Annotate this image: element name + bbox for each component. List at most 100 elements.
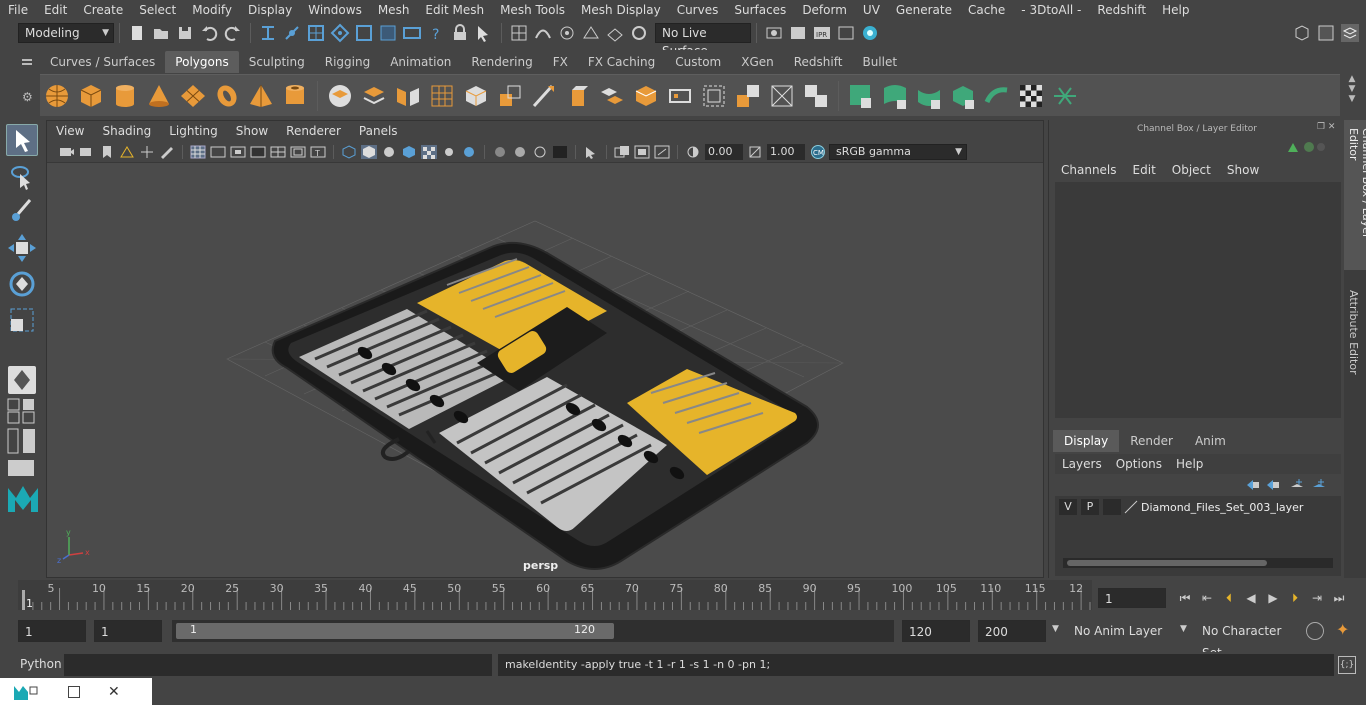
default-material-icon[interactable] (381, 145, 397, 159)
face-mode-icon[interactable] (378, 23, 398, 43)
panel-display-icons[interactable] (1285, 140, 1325, 154)
channel-menu-show[interactable]: Show (1219, 163, 1267, 177)
layer-scrollbar-thumb[interactable] (1067, 560, 1267, 566)
fill-hole-icon[interactable] (700, 82, 728, 110)
menu-mesh[interactable]: Mesh (370, 0, 418, 20)
xray-icon[interactable] (614, 145, 630, 159)
menu-edit-mesh[interactable]: Edit Mesh (417, 0, 492, 20)
anim-end-field[interactable]: 200 (978, 620, 1046, 642)
menu-edit[interactable]: Edit (36, 0, 75, 20)
gamma-field[interactable]: 1.00 (767, 143, 805, 160)
menu-select[interactable]: Select (131, 0, 184, 20)
layer-menu-layers[interactable]: Layers (1055, 457, 1109, 471)
wireframe-on-shaded-icon[interactable] (401, 145, 417, 159)
toggle-panel-icon[interactable] (1316, 23, 1336, 43)
menu-generate[interactable]: Generate (888, 0, 960, 20)
exposure-icon[interactable] (685, 145, 701, 159)
channel-list[interactable] (1055, 182, 1341, 418)
smooth-shade-icon[interactable] (361, 144, 377, 159)
field-chart-icon[interactable] (270, 145, 286, 159)
play-forward-icon[interactable]: ▶ (1262, 591, 1284, 605)
open-scene-icon[interactable] (151, 23, 171, 43)
menu-redshift[interactable]: Redshift (1089, 0, 1154, 20)
automatic-map-icon[interactable] (949, 82, 977, 110)
menu-3dtoall[interactable]: - 3DtoAll - (1013, 0, 1089, 20)
planar-map-icon[interactable] (881, 82, 909, 110)
menu-uv[interactable]: UV (855, 0, 888, 20)
camera-select-icon[interactable] (59, 145, 75, 159)
play-backward-icon[interactable]: ◀ (1240, 591, 1262, 605)
current-frame-value[interactable]: 1 (1098, 588, 1166, 608)
range-slider-bar[interactable] (176, 623, 614, 639)
grease-pencil-icon[interactable] (159, 145, 175, 159)
select-by-component-icon[interactable] (306, 23, 326, 43)
scale-tool-icon[interactable] (6, 304, 38, 336)
close-icon[interactable]: ✕ (108, 684, 120, 700)
extrude-icon[interactable] (564, 82, 592, 110)
layer-menu-options[interactable]: Options (1109, 457, 1169, 471)
undo-icon[interactable] (199, 23, 219, 43)
menu-file[interactable]: File (0, 0, 36, 20)
tab-channel-box[interactable]: Channel Box / Layer Editor (1344, 120, 1366, 270)
lock-selection-icon[interactable] (450, 23, 470, 43)
channel-menu-channels[interactable]: Channels (1053, 163, 1125, 177)
snap-grid-icon[interactable] (509, 23, 529, 43)
viewport-menu-lighting[interactable]: Lighting (160, 121, 227, 141)
workspace-icon[interactable] (1292, 23, 1312, 43)
anim-layer-dropdown[interactable]: No Anim Layer (1068, 620, 1172, 642)
reduce-icon[interactable] (462, 82, 490, 110)
viewport-menu-panels[interactable]: Panels (350, 121, 407, 141)
camera-attr-icon[interactable] (79, 145, 95, 159)
shadows-icon[interactable] (461, 145, 477, 159)
color-management-icon[interactable]: CM (809, 144, 827, 159)
menu-curves[interactable]: Curves (669, 0, 727, 20)
poly-cube-icon[interactable] (77, 82, 105, 110)
poly-cylinder-icon[interactable] (111, 82, 139, 110)
cylindrical-map-icon[interactable] (915, 82, 943, 110)
shelf-tab-fx[interactable]: FX (543, 51, 578, 73)
layout-quad-icon[interactable] (6, 398, 38, 424)
grid-2d-pan-icon[interactable] (139, 145, 155, 159)
shelf-tab-curves-surfaces[interactable]: Curves / Surfaces (40, 51, 165, 73)
layer-color-swatch[interactable] (1123, 499, 1139, 515)
snap-curve-icon[interactable] (533, 23, 553, 43)
xray-joints-icon[interactable] (654, 145, 670, 159)
go-to-end-icon[interactable]: ⏭ (1328, 591, 1350, 606)
range-slider[interactable]: 1 120 (172, 620, 894, 642)
viewport-menu-view[interactable]: View (47, 121, 93, 141)
gamma-icon[interactable] (747, 145, 763, 159)
script-language-label[interactable]: Python (20, 657, 62, 671)
select-by-object-icon[interactable] (282, 23, 302, 43)
menu-windows[interactable]: Windows (300, 0, 370, 20)
shelf-tab-animation[interactable]: Animation (380, 51, 461, 73)
menu-display[interactable]: Display (240, 0, 300, 20)
shelf-tab-sculpting[interactable]: Sculpting (239, 51, 315, 73)
bevel-icon[interactable] (632, 82, 660, 110)
viewport-menu-shading[interactable]: Shading (93, 121, 160, 141)
xray-active-icon[interactable] (634, 145, 650, 159)
layer-visibility-toggle[interactable]: V (1059, 499, 1077, 515)
redo-icon[interactable] (223, 23, 243, 43)
delete-edge-icon[interactable] (802, 82, 830, 110)
select-by-hierarchy-icon[interactable] (258, 23, 278, 43)
current-frame-field[interactable]: 1 (1098, 588, 1166, 608)
layout-split-icon[interactable] (6, 428, 38, 454)
exposure-field[interactable]: 0.00 (705, 143, 743, 160)
poly-torus-icon[interactable] (213, 82, 241, 110)
script-editor-icon[interactable]: {;} (1338, 656, 1356, 674)
ipr-render-icon[interactable]: IPR (812, 23, 832, 43)
snap-point-icon[interactable] (557, 23, 577, 43)
combine-icon[interactable] (326, 82, 354, 110)
motion-blur-icon[interactable] (512, 145, 528, 159)
step-forward-frame-icon[interactable]: ⏵ (1284, 591, 1306, 606)
shelf-tab-redshift[interactable]: Redshift (784, 51, 853, 73)
move-tool-icon[interactable] (6, 232, 38, 264)
menu-mesh-display[interactable]: Mesh Display (573, 0, 669, 20)
bookmark-icon[interactable] (99, 145, 115, 159)
layer-tab-anim[interactable]: Anim (1184, 430, 1237, 452)
poly-sphere-icon[interactable] (43, 82, 71, 110)
shelf-tab-fx-caching[interactable]: FX Caching (578, 51, 665, 73)
shelf-tab-bullet[interactable]: Bullet (852, 51, 907, 73)
channel-menu-edit[interactable]: Edit (1125, 163, 1164, 177)
unfold-icon[interactable] (983, 82, 1011, 110)
